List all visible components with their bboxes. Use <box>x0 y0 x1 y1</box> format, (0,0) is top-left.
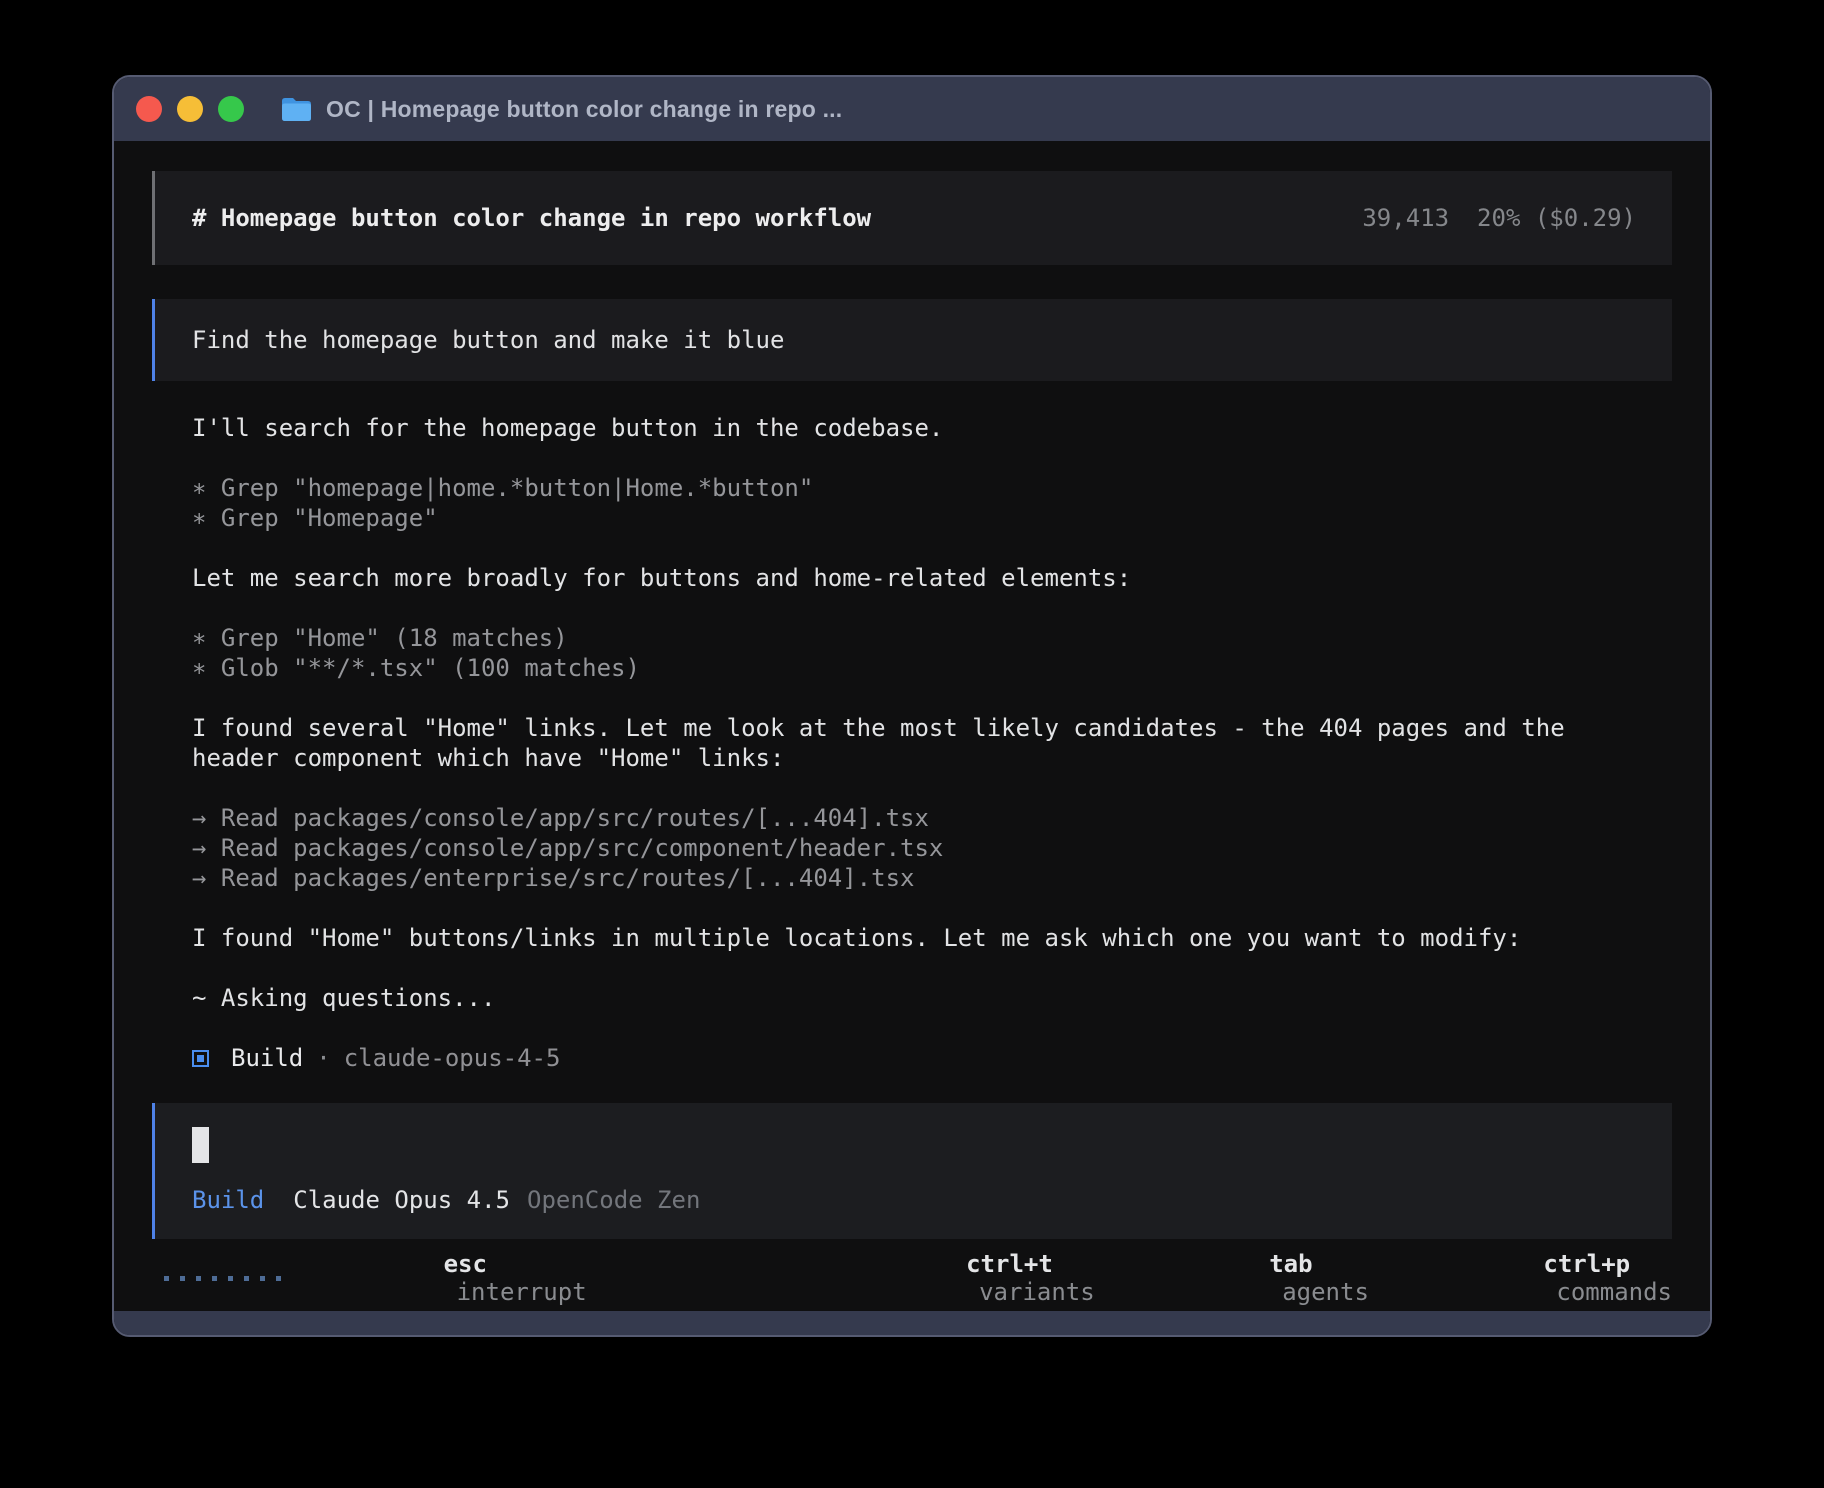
tool-call-line: ∗ Glob "**/*.tsx" (100 matches) <box>192 653 1672 683</box>
agent-name: Build <box>231 1044 303 1072</box>
esc-label: interrupt <box>457 1278 587 1306</box>
agent-badge-icon <box>192 1050 209 1067</box>
assistant-text-line: I found several "Home" links. Let me loo… <box>192 713 1672 743</box>
keyboard-hints: ctrl+t variants tab agents ctrl+p comman… <box>792 1222 1672 1311</box>
minimize-button[interactable] <box>177 96 203 122</box>
hint-agents: tab agents <box>1125 1222 1369 1311</box>
terminal-content: # Homepage button color change in repo w… <box>114 141 1710 1311</box>
mode-label: Build <box>192 1186 264 1214</box>
tool-calls: ∗ Grep "homepage|home.*button|Home.*butt… <box>192 473 1672 533</box>
transcript: I'll search for the homepage button in t… <box>192 413 1672 1073</box>
hint-label: variants <box>979 1278 1095 1306</box>
session-title: # Homepage button color change in repo w… <box>192 204 871 232</box>
hint-key: ctrl+t <box>966 1250 1053 1278</box>
folder-icon <box>281 97 312 122</box>
prompt-input[interactable]: Build Claude Opus 4.5 OpenCode Zen <box>152 1103 1672 1239</box>
agent-model: claude-opus-4-5 <box>344 1044 561 1072</box>
tool-call-line: ∗ Grep "Home" (18 matches) <box>192 623 1672 653</box>
esc-key: esc <box>444 1250 487 1278</box>
hint-label: agents <box>1282 1278 1369 1306</box>
status-bar: esc interrupt ctrl+t variants tab agents… <box>152 1263 1672 1293</box>
esc-hint: esc interrupt <box>328 1222 587 1311</box>
spinner-dots <box>164 1276 292 1281</box>
context-usage: 20% ($0.29) <box>1477 204 1636 232</box>
tool-call-line: ∗ Grep "Homepage" <box>192 503 1672 533</box>
model-label: Claude Opus 4.5 <box>293 1186 510 1214</box>
hint-key: tab <box>1269 1250 1312 1278</box>
assistant-text-line: header component which have "Home" links… <box>192 743 1672 773</box>
tool-call-line: ∗ Grep "homepage|home.*button|Home.*butt… <box>192 473 1672 503</box>
assistant-message: Let me search more broadly for buttons a… <box>192 563 1672 593</box>
assistant-text-line: Let me search more broadly for buttons a… <box>192 563 1672 593</box>
text-cursor <box>192 1127 209 1163</box>
session-stats: 39,413 20% ($0.29) <box>1362 204 1636 232</box>
assistant-text-line: ~ Asking questions... <box>192 983 1672 1013</box>
user-message: Find the homepage button and make it blu… <box>152 299 1672 381</box>
hint-label: commands <box>1556 1278 1672 1306</box>
session-header: # Homepage button color change in repo w… <box>152 171 1672 265</box>
input-status-row: Build Claude Opus 4.5 OpenCode Zen <box>192 1185 1635 1215</box>
tool-call-line: → Read packages/console/app/src/componen… <box>192 833 1672 863</box>
assistant-message: I'll search for the homepage button in t… <box>192 413 1672 443</box>
hint-key: ctrl+p <box>1543 1250 1630 1278</box>
assistant-status: ~ Asking questions... <box>192 983 1672 1013</box>
zoom-button[interactable] <box>218 96 244 122</box>
assistant-text-line: I found "Home" buttons/links in multiple… <box>192 923 1672 953</box>
assistant-message: I found "Home" buttons/links in multiple… <box>192 923 1672 953</box>
close-button[interactable] <box>136 96 162 122</box>
agent-badge: Build · claude-opus-4-5 <box>192 1043 1672 1073</box>
titlebar: OC | Homepage button color change in rep… <box>114 77 1710 141</box>
assistant-message: I found several "Home" links. Let me loo… <box>192 713 1672 773</box>
hint-variants: ctrl+t variants <box>822 1222 1095 1311</box>
window-title: OC | Homepage button color change in rep… <box>326 96 842 123</box>
user-message-text: Find the homepage button and make it blu… <box>192 326 784 354</box>
tool-calls: → Read packages/console/app/src/routes/[… <box>192 803 1672 893</box>
provider-label: OpenCode Zen <box>527 1186 700 1214</box>
tool-call-line: → Read packages/enterprise/src/routes/[.… <box>192 863 1672 893</box>
tool-calls: ∗ Grep "Home" (18 matches) ∗ Glob "**/*.… <box>192 623 1672 683</box>
badge-separator: · <box>316 1044 330 1072</box>
tool-call-line: → Read packages/console/app/src/routes/[… <box>192 803 1672 833</box>
assistant-text-line: I'll search for the homepage button in t… <box>192 413 1672 443</box>
terminal-window: OC | Homepage button color change in rep… <box>112 75 1712 1337</box>
hint-commands: ctrl+p commands <box>1399 1222 1672 1311</box>
token-count: 39,413 <box>1362 204 1449 232</box>
window-footer <box>114 1311 1710 1335</box>
